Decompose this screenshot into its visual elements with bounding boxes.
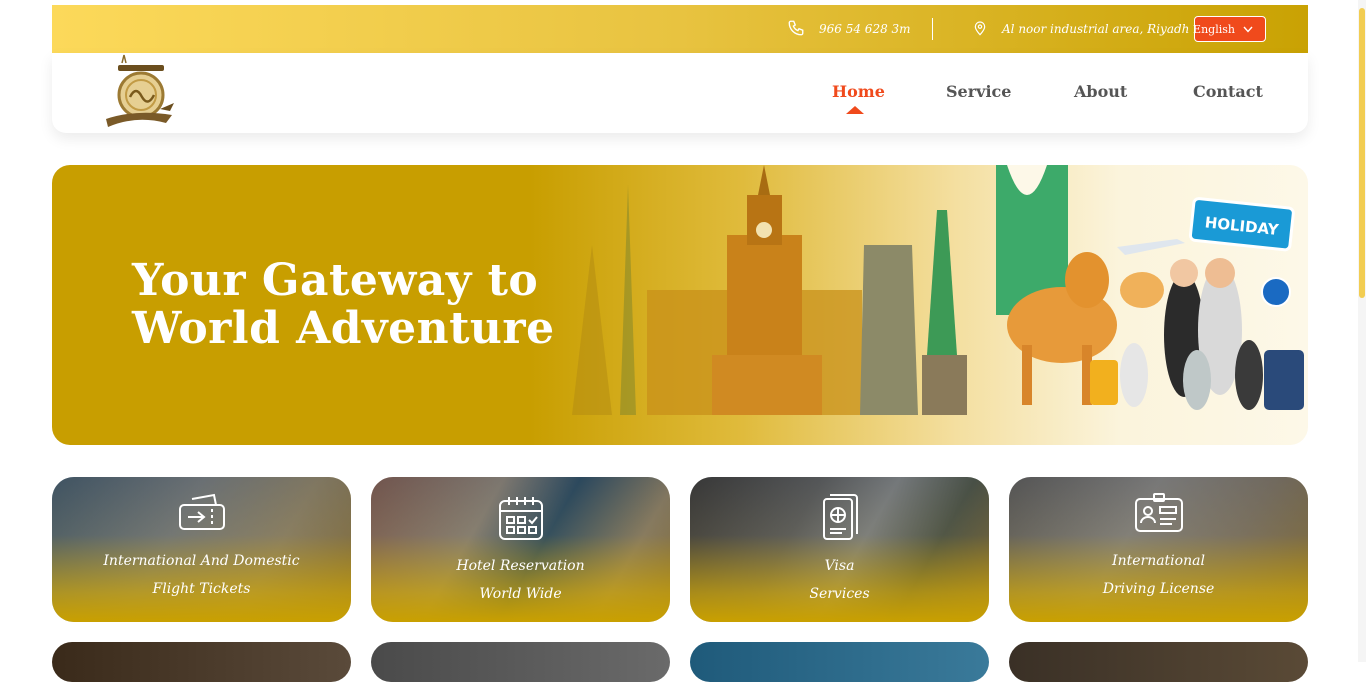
service-card-visa[interactable]: Visa Services xyxy=(690,477,989,622)
service-card-row2[interactable] xyxy=(690,642,989,682)
divider xyxy=(932,18,933,40)
hero-banner: HOLIDAY Your Gateway to World Adventure xyxy=(52,165,1308,445)
scrollbar-thumb[interactable] xyxy=(1359,8,1365,298)
address-info: Al noor industrial area, Riyadh xyxy=(972,5,1189,53)
language-label: English xyxy=(1193,22,1235,36)
hero-title: Your Gateway to World Adventure xyxy=(132,257,555,353)
phone-icon xyxy=(787,19,819,40)
phone-number: 966 54 628 3m xyxy=(819,22,911,36)
hero-illustration: HOLIDAY xyxy=(572,165,1304,415)
nav-home[interactable]: Home xyxy=(832,82,885,101)
address-text: Al noor industrial area, Riyadh xyxy=(1002,22,1190,36)
nav-service[interactable]: Service xyxy=(946,82,1011,101)
service-card-driving-license[interactable]: International Driving License xyxy=(1009,477,1308,622)
active-indicator xyxy=(846,106,864,114)
service-card-flight-tickets[interactable]: International And Domestic Flight Ticket… xyxy=(52,477,351,622)
calendar-icon xyxy=(497,493,545,545)
page-scrollbar[interactable] xyxy=(1358,0,1366,662)
service-card-row2[interactable] xyxy=(52,642,351,682)
nav-about[interactable]: About xyxy=(1074,82,1127,101)
service-label-line1: International And Domestic xyxy=(103,553,300,569)
top-info-bar: 966 54 628 3m Al noor industrial area, R… xyxy=(52,5,1308,53)
hero-title-line2: World Adventure xyxy=(132,303,555,354)
chevron-down-icon xyxy=(1243,23,1267,36)
service-label-line1: Visa xyxy=(824,558,855,574)
location-pin-icon xyxy=(972,19,1002,40)
service-label-line1: Hotel Reservation xyxy=(456,558,585,574)
service-label-line2: Flight Tickets xyxy=(152,581,251,597)
passport-icon xyxy=(820,493,860,547)
service-card-hotel-reservation[interactable]: Hotel Reservation World Wide xyxy=(371,477,670,622)
service-label-line2: World Wide xyxy=(479,586,562,602)
service-label-line2: Driving License xyxy=(1102,581,1215,597)
ticket-icon xyxy=(178,493,226,537)
language-select[interactable]: English xyxy=(1193,16,1267,42)
service-label-line1: International xyxy=(1112,553,1205,569)
brand-logo[interactable] xyxy=(100,53,182,133)
service-label-line2: Services xyxy=(809,586,870,602)
main-navbar: Home Service About Contact xyxy=(52,53,1308,133)
nav-contact[interactable]: Contact xyxy=(1193,82,1263,101)
service-card-row2[interactable] xyxy=(1009,642,1308,682)
hero-title-line1: Your Gateway to xyxy=(132,255,539,306)
phone-contact[interactable]: 966 54 628 3m xyxy=(787,5,911,53)
service-card-row2[interactable] xyxy=(371,642,670,682)
id-card-icon xyxy=(1134,493,1184,537)
